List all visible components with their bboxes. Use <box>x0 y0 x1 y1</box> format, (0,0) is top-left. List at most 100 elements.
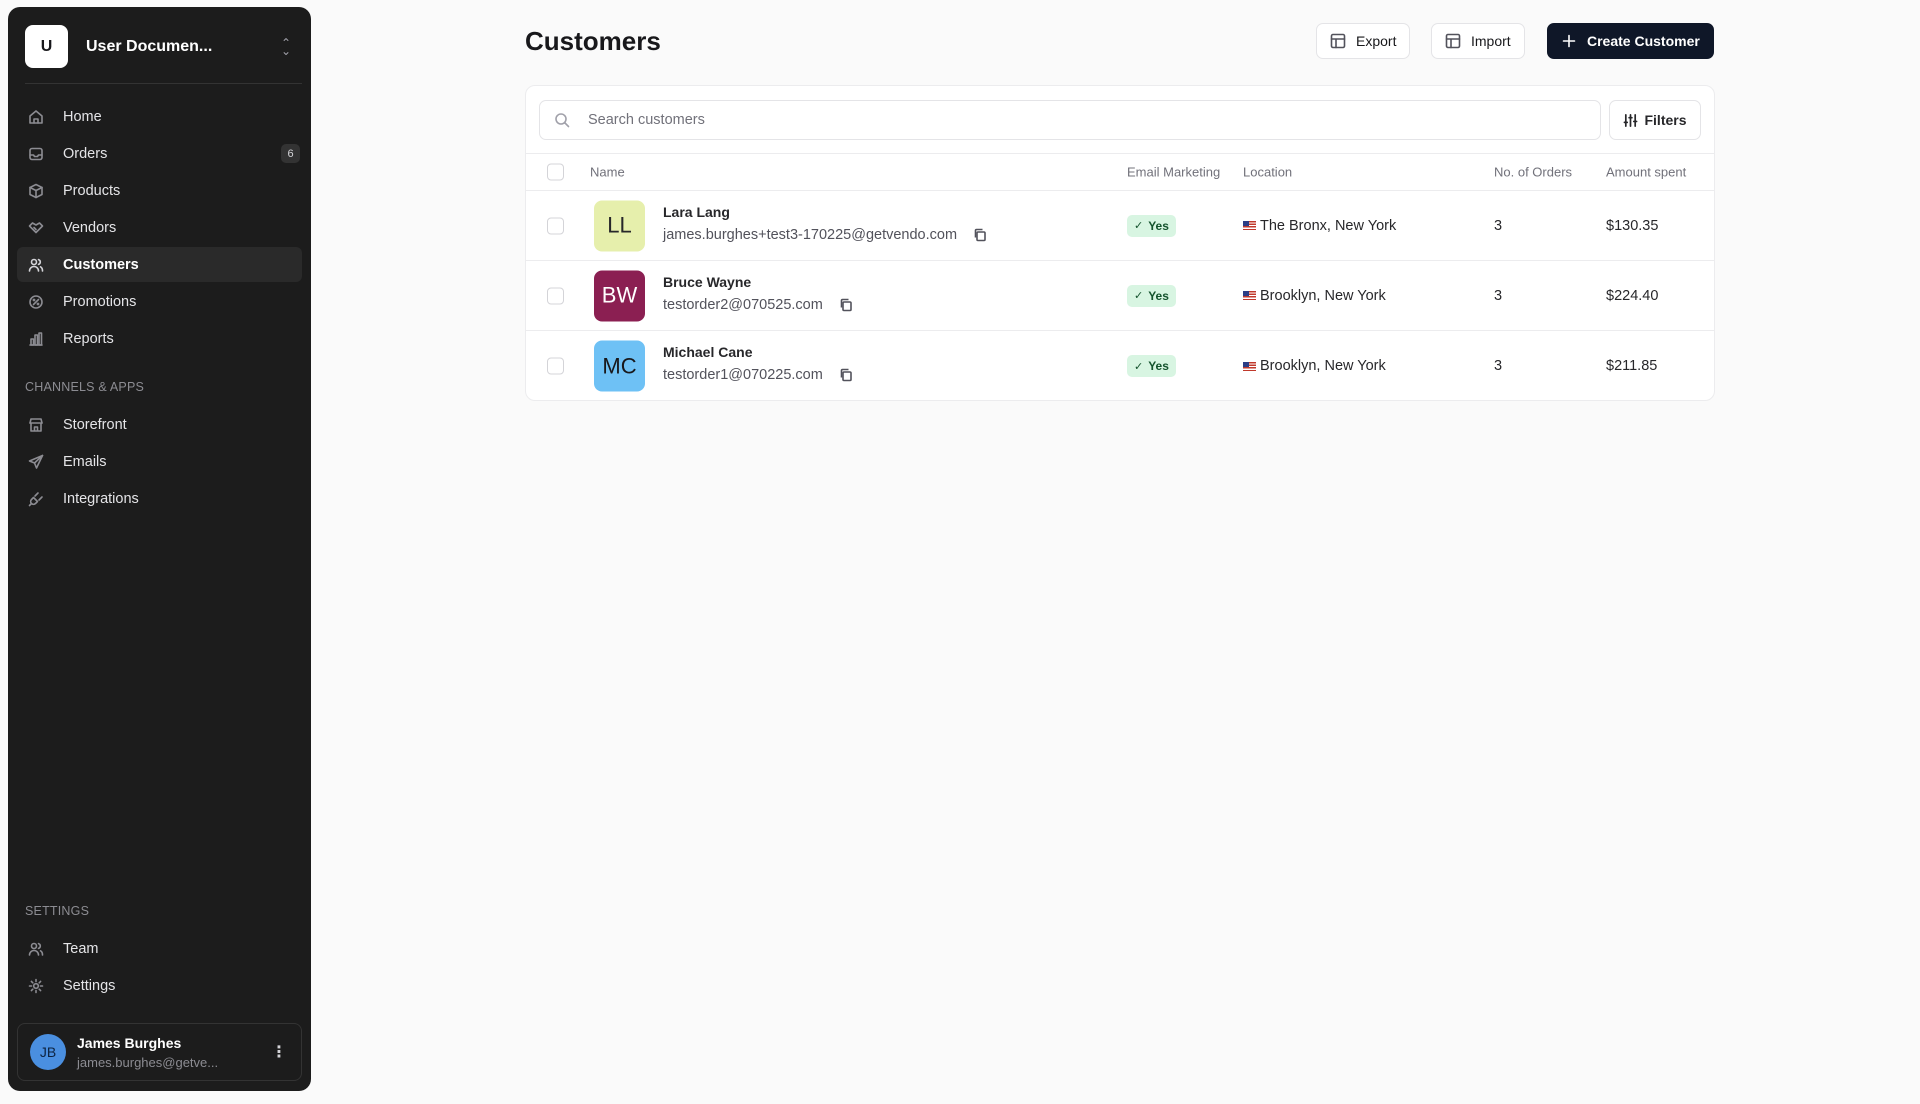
package-icon <box>28 183 44 199</box>
nav-item-vendors[interactable]: Vendors <box>17 210 302 245</box>
settings-nav: Team Settings <box>17 931 302 1005</box>
sliders-icon <box>1624 113 1638 127</box>
store-icon <box>28 417 44 433</box>
gear-icon <box>28 978 44 994</box>
nav-item-emails[interactable]: Emails <box>17 444 302 479</box>
customer-email: testorder1@070225.com <box>663 367 823 383</box>
email-marketing-badge: ✓ Yes <box>1127 284 1176 307</box>
user-email: james.burghes@getve... <box>77 1054 219 1070</box>
table-row[interactable]: BW Bruce Wayne testorder2@070525.com ✓ Ye… <box>526 261 1714 331</box>
us-flag-icon <box>1243 361 1256 371</box>
table-export-icon <box>1330 33 1346 49</box>
users-icon <box>28 257 44 273</box>
table-import-icon <box>1445 33 1461 49</box>
customer-email: james.burghes+test3-170225@getvendo.com <box>663 227 958 243</box>
copy-icon[interactable] <box>973 228 987 242</box>
nav-label: Home <box>63 108 102 125</box>
channels-nav: Storefront Emails Integrations <box>17 407 302 518</box>
nav-label: Customers <box>63 256 139 273</box>
bar-chart-icon <box>28 331 44 347</box>
workspace-switcher[interactable]: U User Documen... ⌃ ⌄ <box>25 24 294 69</box>
create-customer-button[interactable]: Create Customer <box>1547 23 1714 59</box>
user-account-card[interactable]: JB James Burghes james.burghes@getve... … <box>17 1023 302 1081</box>
nav-label: Settings <box>63 977 116 994</box>
check-icon: ✓ <box>1134 220 1144 232</box>
create-customer-label: Create Customer <box>1587 33 1700 49</box>
more-vertical-icon[interactable]: ⋮ <box>269 1042 289 1062</box>
location-text: Brooklyn, New York <box>1260 287 1386 304</box>
nav-label: Storefront <box>63 416 127 433</box>
user-name: James Burghes <box>77 1034 182 1051</box>
table-row[interactable]: LL Lara Lang james.burghes+test3-170225@… <box>526 191 1714 261</box>
import-label: Import <box>1471 33 1511 49</box>
home-icon <box>28 109 44 125</box>
customer-location: The Bronx, New York <box>1243 218 1396 234</box>
column-header-amount[interactable]: Amount spent <box>1606 165 1686 180</box>
customer-orders: 3 <box>1494 358 1503 374</box>
search-box[interactable] <box>539 100 1601 140</box>
column-header-name[interactable]: Name <box>590 165 625 180</box>
copy-icon[interactable] <box>839 368 853 382</box>
orders-count-badge: 6 <box>281 144 300 163</box>
nav-item-promotions[interactable]: Promotions <box>17 284 302 319</box>
customer-location: Brooklyn, New York <box>1243 358 1386 374</box>
email-marketing-value: Yes <box>1148 359 1169 373</box>
nav-item-orders[interactable]: Orders 6 <box>17 136 302 171</box>
customer-name[interactable]: Michael Cane <box>663 344 752 360</box>
row-checkbox[interactable] <box>547 357 564 375</box>
nav-item-team[interactable]: Team <box>17 931 302 966</box>
column-header-location[interactable]: Location <box>1243 165 1292 180</box>
workspace-name: User Documen... <box>86 37 213 55</box>
nav-item-reports[interactable]: Reports <box>17 321 302 356</box>
nav-item-integrations[interactable]: Integrations <box>17 481 302 516</box>
import-button[interactable]: Import <box>1431 23 1525 59</box>
nav-label: Orders <box>63 145 108 162</box>
main-nav: Home Orders 6 Products Vendors Customers… <box>17 99 302 358</box>
handshake-icon <box>28 220 44 236</box>
column-header-orders[interactable]: No. of Orders <box>1494 165 1572 180</box>
nav-item-customers[interactable]: Customers <box>17 247 302 282</box>
customer-email-group: james.burghes+test3-170225@getvendo.com <box>663 227 987 243</box>
location-text: The Bronx, New York <box>1260 217 1397 234</box>
percent-badge-icon <box>28 294 44 310</box>
customer-location: Brooklyn, New York <box>1243 288 1386 304</box>
settings-section-title: SETTINGS <box>25 904 90 918</box>
check-icon: ✓ <box>1134 360 1144 373</box>
customers-table: Name Email Marketing Location No. of Ord… <box>526 153 1714 401</box>
nav-label: Team <box>63 940 99 957</box>
nav-item-settings[interactable]: Settings <box>17 968 302 1003</box>
column-header-email-marketing[interactable]: Email Marketing <box>1127 165 1220 180</box>
customer-name[interactable]: Lara Lang <box>663 204 730 220</box>
table-header: Name Email Marketing Location No. of Ord… <box>526 153 1714 191</box>
email-marketing-value: Yes <box>1148 218 1169 233</box>
page-title: Customers <box>525 26 661 56</box>
customer-email-group: testorder1@070225.com <box>663 367 853 383</box>
search-input[interactable] <box>588 112 1600 128</box>
nav-label: Products <box>63 182 121 199</box>
check-icon: ✓ <box>1134 290 1144 302</box>
table-row[interactable]: MC Michael Cane testorder1@070225.com ✓ Y… <box>526 331 1714 401</box>
customer-avatar: MC <box>594 340 645 392</box>
copy-icon[interactable] <box>839 298 853 312</box>
select-all-checkbox[interactable] <box>547 163 564 181</box>
location-text: Brooklyn, New York <box>1260 358 1386 374</box>
row-checkbox[interactable] <box>547 287 564 304</box>
row-checkbox[interactable] <box>547 217 564 234</box>
customer-email: testorder2@070525.com <box>663 297 823 313</box>
filters-label: Filters <box>1644 112 1687 128</box>
export-label: Export <box>1356 33 1397 49</box>
customer-email-group: testorder2@070525.com <box>663 297 853 313</box>
sidebar: U User Documen... ⌃ ⌄ Home Orders 6 Produ… <box>8 7 311 1091</box>
customer-name[interactable]: Bruce Wayne <box>663 274 751 290</box>
nav-item-home[interactable]: Home <box>17 99 302 134</box>
customer-orders: 3 <box>1494 287 1503 304</box>
nav-item-products[interactable]: Products <box>17 173 302 208</box>
customer-avatar: LL <box>594 200 645 251</box>
inbox-icon <box>28 146 44 162</box>
filters-button[interactable]: Filters <box>1609 100 1701 140</box>
customers-card: Filters Name Email Marketing Location No… <box>525 85 1715 401</box>
nav-item-storefront[interactable]: Storefront <box>17 407 302 442</box>
export-button[interactable]: Export <box>1316 23 1411 59</box>
customer-avatar: BW <box>594 270 645 321</box>
divider <box>25 83 302 84</box>
